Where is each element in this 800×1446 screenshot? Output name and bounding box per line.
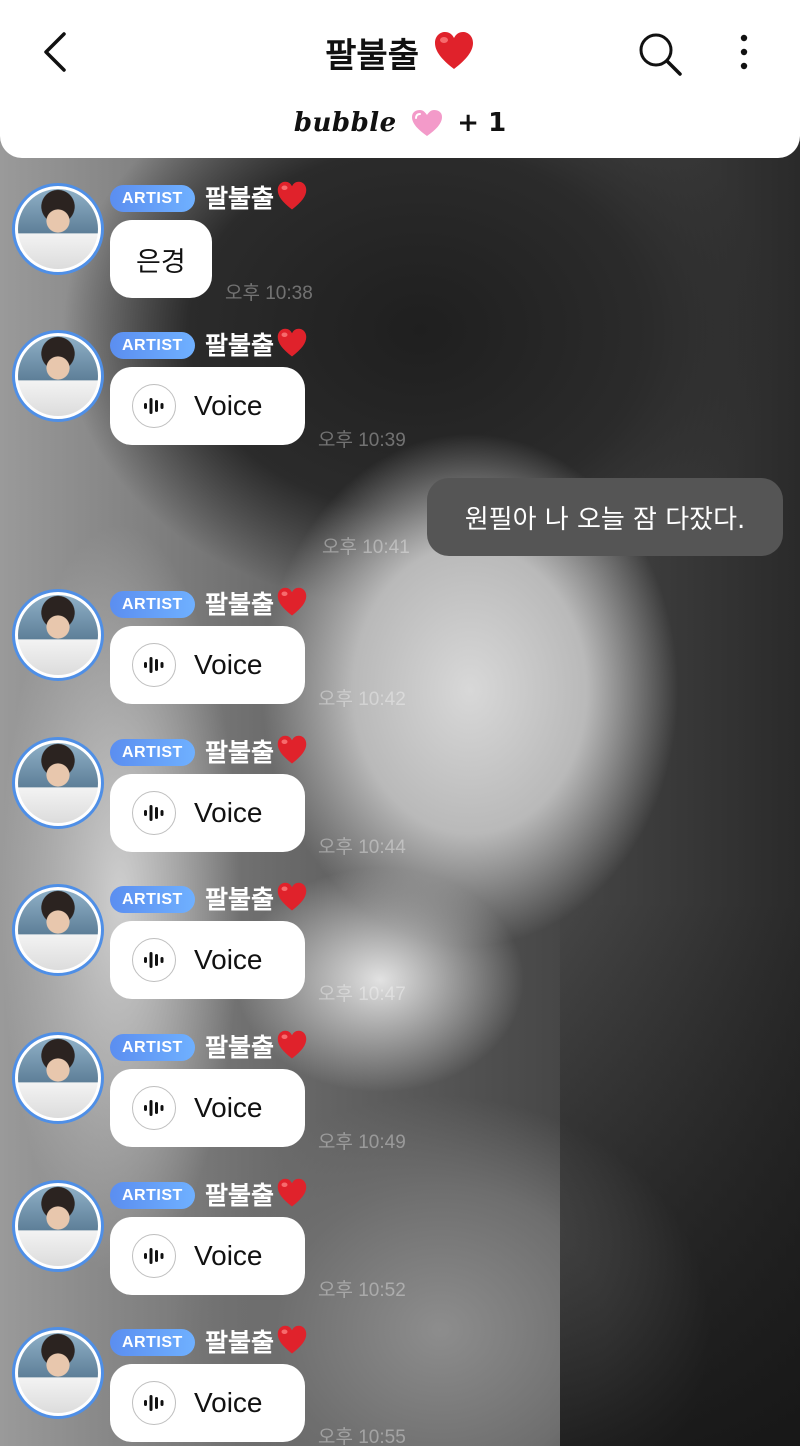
avatar-image	[18, 1333, 98, 1413]
sender-name: 팔불출	[205, 880, 308, 916]
red-heart-icon	[277, 1325, 307, 1354]
sender-name: 팔불출	[205, 1323, 308, 1359]
avatar-image	[18, 189, 98, 269]
voice-waveform-icon[interactable]	[132, 1381, 176, 1425]
message-time: 오후 10:44	[318, 837, 406, 858]
red-heart-icon	[277, 1030, 307, 1059]
voice-waveform-icon[interactable]	[132, 643, 176, 687]
sender-name-text: 팔불출	[205, 1328, 275, 1357]
artist-avatar[interactable]	[12, 1327, 104, 1419]
artist-avatar[interactable]	[12, 884, 104, 976]
artist-avatar[interactable]	[12, 330, 104, 422]
artist-message: ARTIST 팔불출 Voice 오후 10:47	[0, 882, 800, 1032]
voice-waveform-icon[interactable]	[132, 1234, 176, 1278]
red-heart-icon	[277, 1178, 307, 1207]
message-text: 은경	[136, 246, 186, 278]
artist-message: ARTIST 팔불출 Voice 오후 10:55	[0, 1325, 800, 1446]
search-icon[interactable]	[636, 30, 684, 78]
chat-header: 팔불출 bubble + 1	[0, 0, 800, 158]
artist-badge: ARTIST	[110, 185, 195, 212]
pink-heart-icon	[411, 110, 442, 136]
artist-avatar[interactable]	[12, 1032, 104, 1124]
more-options-icon[interactable]	[730, 30, 758, 76]
message-time: 오후 10:49	[318, 1132, 406, 1153]
message-time: 오후 10:42	[318, 689, 406, 710]
artist-badge: ARTIST	[110, 591, 195, 618]
red-heart-icon	[277, 181, 307, 210]
my-message-time: 오후 10:41	[322, 537, 410, 558]
voice-label: Voice	[194, 1240, 263, 1271]
sender-name-text: 팔불출	[205, 590, 275, 619]
voice-message-bubble[interactable]: Voice	[110, 626, 305, 704]
avatar-image	[18, 336, 98, 416]
voice-message-bubble[interactable]: Voice	[110, 367, 305, 445]
message-time: 오후 10:55	[318, 1427, 406, 1446]
red-heart-icon	[277, 882, 307, 911]
avatar-image	[18, 743, 98, 823]
voice-waveform-icon[interactable]	[132, 938, 176, 982]
voice-message-bubble[interactable]: Voice	[110, 1217, 305, 1295]
message-time: 오후 10:39	[318, 430, 406, 451]
voice-label: Voice	[194, 944, 263, 975]
voice-waveform-icon[interactable]	[132, 791, 176, 835]
sender-name-text: 팔불출	[205, 738, 275, 767]
text-message-bubble[interactable]: 은경	[110, 220, 212, 298]
voice-waveform-icon[interactable]	[132, 384, 176, 428]
member-count: + 1	[457, 108, 507, 138]
artist-badge: ARTIST	[110, 1034, 195, 1061]
avatar-image	[18, 595, 98, 675]
sender-name-text: 팔불출	[205, 331, 275, 360]
artist-message: ARTIST 팔불출 Voice 오후 10:44	[0, 735, 800, 885]
avatar-image	[18, 890, 98, 970]
voice-message-bubble[interactable]: Voice	[110, 1364, 305, 1442]
sender-name: 팔불출	[205, 1028, 308, 1064]
voice-label: Voice	[194, 390, 263, 421]
avatar-image	[18, 1186, 98, 1266]
artist-badge: ARTIST	[110, 332, 195, 359]
artist-avatar[interactable]	[12, 1180, 104, 1272]
my-message-bubble[interactable]: 원필아 나 오늘 잠 다잤다.	[427, 478, 783, 556]
message-time: 오후 10:38	[225, 283, 313, 304]
avatar-image	[18, 1038, 98, 1118]
bubble-subbar: bubble + 1	[0, 108, 800, 138]
voice-message-bubble[interactable]: Voice	[110, 1069, 305, 1147]
message-time: 오후 10:52	[318, 1280, 406, 1301]
bubble-logo: bubble	[293, 108, 397, 138]
message-time: 오후 10:47	[318, 984, 406, 1005]
red-heart-icon	[277, 587, 307, 616]
artist-badge: ARTIST	[110, 1182, 195, 1209]
artist-avatar[interactable]	[12, 183, 104, 275]
artist-message: ARTIST 팔불출은경오후 10:38	[0, 181, 800, 331]
artist-badge: ARTIST	[110, 739, 195, 766]
sender-name: 팔불출	[205, 733, 308, 769]
voice-waveform-icon[interactable]	[132, 1086, 176, 1130]
artist-message: ARTIST 팔불출 Voice 오후 10:42	[0, 587, 800, 737]
red-heart-icon	[277, 328, 307, 357]
artist-badge: ARTIST	[110, 1329, 195, 1356]
sender-name-text: 팔불출	[205, 1181, 275, 1210]
sender-name-text: 팔불출	[205, 1033, 275, 1062]
sender-name: 팔불출	[205, 179, 308, 215]
voice-message-bubble[interactable]: Voice	[110, 774, 305, 852]
artist-avatar[interactable]	[12, 737, 104, 829]
red-heart-icon	[277, 735, 307, 764]
artist-message: ARTIST 팔불출 Voice 오후 10:39	[0, 328, 800, 478]
chat-title-text: 팔불출	[325, 36, 419, 76]
sender-name-text: 팔불출	[205, 184, 275, 213]
sender-name: 팔불출	[205, 1176, 308, 1212]
sender-name-text: 팔불출	[205, 885, 275, 914]
artist-avatar[interactable]	[12, 589, 104, 681]
voice-label: Voice	[194, 1387, 263, 1418]
voice-label: Voice	[194, 797, 263, 828]
artist-message: ARTIST 팔불출 Voice 오후 10:49	[0, 1030, 800, 1180]
sender-name: 팔불출	[205, 326, 308, 362]
artist-message: ARTIST 팔불출 Voice 오후 10:52	[0, 1178, 800, 1328]
voice-label: Voice	[194, 1092, 263, 1123]
voice-message-bubble[interactable]: Voice	[110, 921, 305, 999]
sender-name: 팔불출	[205, 585, 308, 621]
voice-label: Voice	[194, 649, 263, 680]
red-heart-icon	[434, 32, 473, 69]
artist-badge: ARTIST	[110, 886, 195, 913]
my-message-text: 원필아 나 오늘 잠 다잤다.	[464, 504, 746, 535]
